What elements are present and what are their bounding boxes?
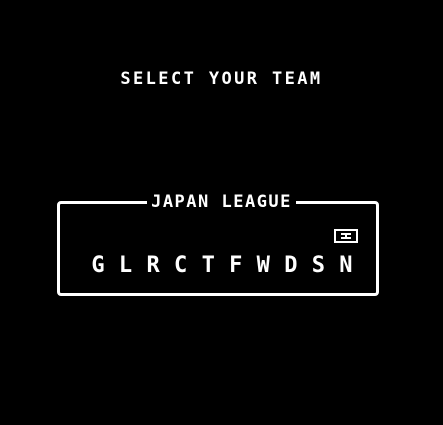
team-option-d[interactable]: D: [279, 252, 303, 280]
team-option-f[interactable]: F: [224, 252, 248, 280]
league-name: JAPAN LEAGUE: [147, 192, 296, 212]
team-option-g[interactable]: G: [86, 252, 110, 280]
team-option-r[interactable]: R: [141, 252, 165, 280]
team-option-w[interactable]: W: [251, 252, 275, 280]
team-list: G L R C T F W D S N: [86, 252, 358, 280]
team-option-s[interactable]: S: [306, 252, 330, 280]
screen-title: SELECT YOUR TEAM: [120, 69, 323, 89]
team-option-l[interactable]: L: [114, 252, 138, 280]
league-panel: [57, 201, 379, 296]
team-option-c[interactable]: C: [169, 252, 193, 280]
team-option-n[interactable]: N: [334, 252, 358, 280]
selection-cursor-icon: [334, 229, 358, 243]
league-label-container: JAPAN LEAGUE: [0, 192, 443, 212]
game-screen: SELECT YOUR TEAM JAPAN LEAGUE G L R C T …: [0, 0, 443, 425]
team-option-t[interactable]: T: [196, 252, 220, 280]
